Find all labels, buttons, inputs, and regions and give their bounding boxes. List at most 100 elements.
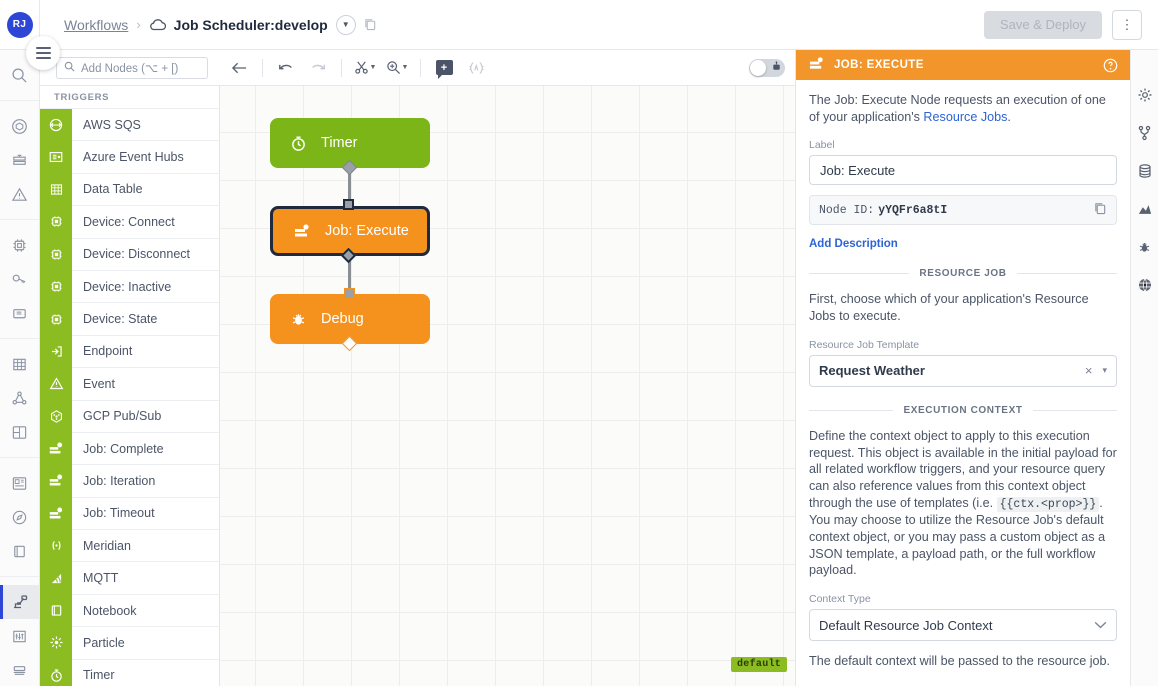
integration-icon[interactable]: [0, 381, 40, 415]
experience-icon[interactable]: [0, 415, 40, 449]
palette-item[interactable]: MQTT: [40, 561, 219, 595]
node-port-input[interactable]: [343, 199, 354, 210]
key-icon[interactable]: [0, 262, 40, 296]
job-iteration-icon: [40, 464, 72, 498]
palette-item[interactable]: Endpoint: [40, 334, 219, 368]
node-port-input[interactable]: [344, 288, 355, 299]
gcp-pubsub-icon: [40, 400, 72, 433]
more-options-button[interactable]: ⋮: [1112, 9, 1142, 40]
resource-job-help: First, choose which of your application'…: [809, 292, 1089, 324]
hamburger-line: [35, 47, 51, 49]
label-field[interactable]: [809, 155, 1117, 186]
device-chip-icon[interactable]: [0, 228, 40, 262]
palette-item-label: Notebook: [83, 603, 137, 618]
chevron-down-icon: ▼: [401, 64, 409, 71]
compass-icon[interactable]: [0, 500, 40, 534]
bug-icon[interactable]: [1131, 236, 1158, 258]
add-description-link[interactable]: Add Description: [809, 238, 1117, 250]
workflow-canvas[interactable]: Timer Job: Execute Debug default: [220, 86, 795, 686]
gear-icon[interactable]: [1131, 84, 1158, 106]
sidebar-toggle-button[interactable]: [26, 36, 60, 70]
palette-item[interactable]: Data Table: [40, 172, 219, 206]
breadcrumb-workflows-link[interactable]: Workflows: [64, 17, 128, 33]
palette-item[interactable]: Timer: [40, 658, 219, 686]
data-table-icon[interactable]: [0, 347, 40, 381]
alert-icon[interactable]: [0, 177, 40, 211]
redo-button[interactable]: [303, 55, 333, 81]
palette-item[interactable]: Device: Connect: [40, 205, 219, 239]
chevron-down-icon[interactable]: ▼: [335, 14, 356, 35]
palette-item[interactable]: Job: Complete: [40, 431, 219, 465]
resource-job-template-select[interactable]: Request Weather × ▾: [809, 354, 1117, 387]
add-comment-button[interactable]: +: [429, 55, 459, 81]
palette-item[interactable]: Notebook: [40, 593, 219, 627]
sidebar-item-workflows[interactable]: [0, 585, 40, 619]
git-branch-icon[interactable]: [1131, 122, 1158, 144]
undo-button[interactable]: [271, 55, 301, 81]
add-comment-icon: +: [435, 60, 453, 79]
file-icon[interactable]: [0, 296, 40, 330]
analytics-icon[interactable]: [1131, 198, 1158, 220]
chevron-down-icon: [1094, 618, 1107, 632]
right-icon-rail: [1130, 50, 1158, 686]
help-circle-icon[interactable]: [1103, 58, 1118, 73]
palette-item[interactable]: Event: [40, 367, 219, 401]
chevron-down-icon: ▾: [1102, 365, 1107, 376]
palette-item[interactable]: Particle: [40, 626, 219, 660]
azure-event-hubs-icon: [40, 140, 72, 174]
back-button[interactable]: [224, 55, 254, 81]
toolbar-divider: [420, 58, 421, 77]
avatar[interactable]: RJ: [6, 11, 33, 38]
divider-label: RESOURCE JOB: [919, 268, 1007, 280]
jobs-icon[interactable]: [0, 143, 40, 177]
application-icon[interactable]: [0, 109, 40, 143]
cut-menu-button[interactable]: ▼: [350, 55, 380, 81]
canvas-mode-toggle[interactable]: [749, 58, 785, 77]
copy-icon[interactable]: [1094, 202, 1107, 219]
settings-sliders-icon[interactable]: [0, 619, 40, 653]
panel-header: JOB: EXECUTE: [796, 50, 1130, 80]
copy-icon[interactable]: [364, 18, 377, 31]
panel-title: JOB: EXECUTE: [834, 59, 924, 71]
context-template-code: {{ctx.<prop>}}: [996, 496, 1100, 512]
palette-item-label: Device: Inactive: [83, 279, 172, 294]
meridian-icon: [40, 529, 72, 562]
resource-jobs-link[interactable]: Resource Jobs: [923, 110, 1007, 124]
add-nodes-search[interactable]: Add Nodes (⌥ + [): [56, 56, 208, 79]
notebook-icon: [40, 594, 72, 627]
palette-item[interactable]: Job: Timeout: [40, 496, 219, 530]
palette-item[interactable]: Device: State: [40, 302, 219, 336]
toolbar-divider: [262, 58, 263, 77]
palette-item[interactable]: Azure Event Hubs: [40, 140, 219, 174]
palette-item[interactable]: Device: Inactive: [40, 269, 219, 303]
dashboard-icon[interactable]: [0, 466, 40, 500]
node-label: Debug: [321, 311, 364, 327]
breadcrumb-separator: ›: [136, 17, 141, 32]
device-recipe-icon[interactable]: [0, 653, 40, 686]
mqtt-icon: [40, 561, 72, 595]
clear-icon[interactable]: ×: [1085, 363, 1103, 378]
palette-item[interactable]: AWS SQS: [40, 108, 219, 141]
palette-item[interactable]: Device: Disconnect: [40, 237, 219, 271]
notebook-icon[interactable]: [0, 534, 40, 568]
job-execute-icon: [293, 223, 311, 239]
timer-icon: [290, 135, 307, 152]
node-label: Job: Execute: [325, 223, 409, 239]
palette-item[interactable]: Job: Iteration: [40, 464, 219, 498]
palette-item[interactable]: GCP Pub/Sub: [40, 399, 219, 433]
search-icon: [64, 61, 75, 75]
database-icon[interactable]: [1131, 160, 1158, 182]
palette-item[interactable]: Meridian: [40, 529, 219, 562]
zoom-menu-button[interactable]: ▼: [382, 55, 412, 81]
braces-button[interactable]: [461, 55, 491, 81]
execution-context-divider: EXECUTION CONTEXT: [809, 405, 1118, 416]
globe-icon[interactable]: [1131, 274, 1158, 296]
save-and-deploy-button[interactable]: Save & Deploy: [984, 10, 1102, 39]
hamburger-line: [35, 52, 51, 54]
palette-item-label: AWS SQS: [83, 117, 141, 132]
palette-item-label: Data Table: [83, 182, 143, 197]
rail-group-devices: [0, 220, 39, 339]
aws-sqs-icon: [40, 108, 72, 141]
canvas-mode-toggle-wrap: [749, 58, 795, 77]
context-type-select[interactable]: Default Resource Job Context: [809, 609, 1117, 642]
